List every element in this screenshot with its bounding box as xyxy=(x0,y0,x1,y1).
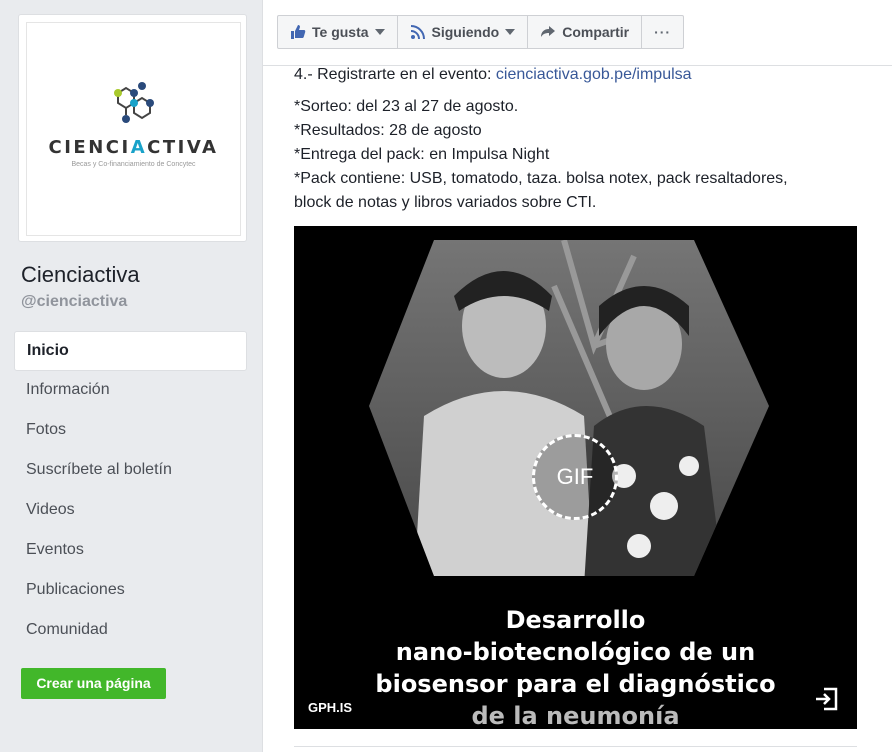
nav-item-comunidad[interactable]: Comunidad xyxy=(14,611,247,651)
post-line: block de notas y libros variados sobre C… xyxy=(294,194,597,211)
chevron-down-icon xyxy=(374,29,385,35)
post-line: *Pack contiene: USB, tomatodo, taza. bol… xyxy=(294,170,788,187)
more-options-icon: ··· xyxy=(654,24,672,40)
thumbs-up-icon xyxy=(291,25,306,39)
post-footer-divider xyxy=(294,746,857,747)
profile-picture[interactable]: CIENCIACTIVA Becas y Co-financiamiento d… xyxy=(26,22,241,236)
page-name[interactable]: Cienciactiva xyxy=(21,262,140,288)
profile-picture-frame[interactable]: CIENCIACTIVA Becas y Co-financiamiento d… xyxy=(18,14,247,242)
post-line: *Sorteo: del 23 al 27 de agosto. xyxy=(294,98,519,115)
caption-line: biosensor para el diagnóstico xyxy=(375,670,776,698)
post-step4: 4.- Registrarte en el evento: cienciacti… xyxy=(294,66,692,83)
rss-feed-icon xyxy=(410,25,425,40)
gif-caption: Desarrollo nano-biotecnológico de un bio… xyxy=(294,604,857,729)
logo-wordmark: CIENCIACTIVA xyxy=(48,136,219,158)
main-content: Te gusta Siguiendo Compartir ··· 4.- Reg… xyxy=(262,0,892,752)
event-link[interactable]: cienciactiva.gob.pe/impulsa xyxy=(496,66,692,83)
following-label: Siguiendo xyxy=(431,24,500,40)
share-button[interactable]: Compartir xyxy=(528,16,643,48)
page-action-bar: Te gusta Siguiendo Compartir ··· xyxy=(277,15,685,49)
caption-line: nano-biotecnológico de un xyxy=(395,638,756,666)
chevron-down-icon xyxy=(505,29,516,35)
nav-item-eventos[interactable]: Eventos xyxy=(14,531,247,571)
post-line: *Entrega del pack: en Impulsa Night xyxy=(294,146,550,163)
like-label: Te gusta xyxy=(312,24,369,40)
logo-tagline: Becas y Co-financiamiento de Concytec xyxy=(71,160,196,168)
post-line: *Resultados: 28 de agosto xyxy=(294,122,482,139)
post-body: 4.- Registrarte en el evento: cienciacti… xyxy=(294,63,874,215)
left-sidebar: CIENCIACTIVA Becas y Co-financiamiento d… xyxy=(0,0,262,752)
gif-play-badge[interactable]: GIF xyxy=(532,434,618,520)
nav-item-informacion[interactable]: Información xyxy=(14,371,247,411)
gif-source-label[interactable]: GPH.IS xyxy=(308,700,352,715)
share-label: Compartir xyxy=(562,24,630,40)
share-arrow-icon xyxy=(541,26,556,37)
nav-item-videos[interactable]: Videos xyxy=(14,491,247,531)
page-nav: Inicio Información Fotos Suscríbete al b… xyxy=(14,331,247,651)
caption-line: Desarrollo xyxy=(505,606,646,634)
caption-line: de la neumonía xyxy=(471,702,680,729)
open-external-icon[interactable] xyxy=(814,686,840,712)
nav-item-inicio[interactable]: Inicio xyxy=(14,331,247,371)
gif-media[interactable]: GIF Desarrollo nano-biotecnológico de un… xyxy=(294,226,857,729)
more-options-button[interactable]: ··· xyxy=(642,16,683,48)
nav-item-fotos[interactable]: Fotos xyxy=(14,411,247,451)
nav-item-boletin[interactable]: Suscríbete al boletín xyxy=(14,451,247,491)
following-button[interactable]: Siguiendo xyxy=(398,16,529,48)
nav-item-publicaciones[interactable]: Publicaciones xyxy=(14,571,247,611)
create-page-button[interactable]: Crear una página xyxy=(21,668,166,699)
page-handle[interactable]: @cienciactiva xyxy=(21,293,127,311)
like-button[interactable]: Te gusta xyxy=(278,16,398,48)
molecule-logo-icon xyxy=(113,81,154,123)
